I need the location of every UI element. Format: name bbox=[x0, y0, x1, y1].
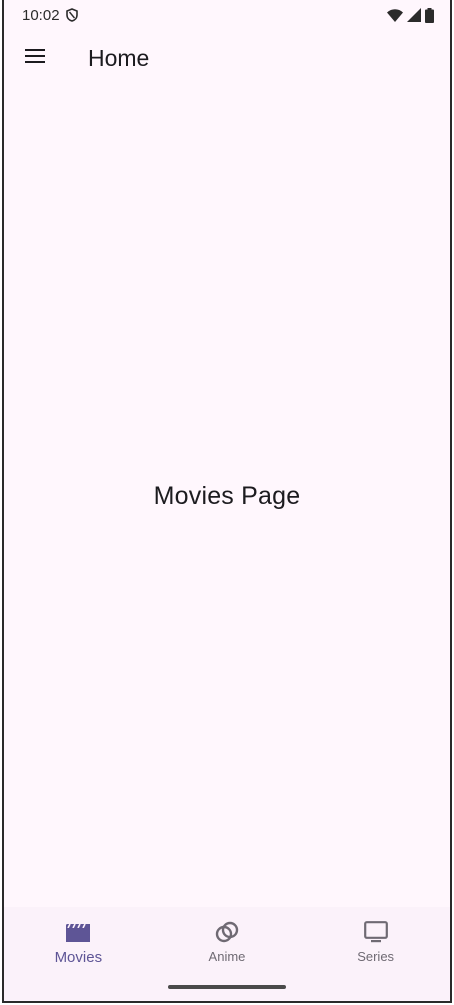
interlocked-rings-icon bbox=[215, 919, 239, 945]
top-app-bar: Home bbox=[4, 30, 450, 86]
clapperboard-icon bbox=[66, 919, 91, 945]
tv-icon bbox=[363, 919, 388, 945]
hamburger-menu-icon bbox=[25, 48, 45, 68]
status-right bbox=[387, 7, 434, 23]
nav-label-movies: Movies bbox=[54, 949, 103, 966]
nav-label-series: Series bbox=[357, 949, 395, 964]
battery-icon bbox=[425, 7, 434, 23]
status-bar: 10:02 bbox=[4, 0, 450, 30]
phone-screen: 10:02 Home Movies Page Movies Anime Seri… bbox=[2, 0, 452, 1003]
signal-icon bbox=[407, 8, 421, 22]
wifi-icon bbox=[387, 8, 403, 22]
status-time: 10:02 bbox=[22, 6, 60, 24]
status-left: 10:02 bbox=[22, 7, 78, 24]
page-title: Home bbox=[88, 44, 150, 71]
main-content: Movies Page bbox=[4, 86, 450, 907]
nav-label-anime: Anime bbox=[208, 949, 246, 964]
nav-item-movies[interactable]: Movies bbox=[8, 907, 148, 1001]
nav-item-series[interactable]: Series bbox=[306, 907, 446, 1001]
menu-button[interactable] bbox=[11, 34, 59, 82]
bottom-navigation-bar: Movies Anime Series bbox=[4, 907, 450, 1001]
shield-icon bbox=[65, 8, 78, 22]
home-indicator[interactable] bbox=[168, 985, 286, 989]
page-label: Movies Page bbox=[153, 482, 301, 510]
